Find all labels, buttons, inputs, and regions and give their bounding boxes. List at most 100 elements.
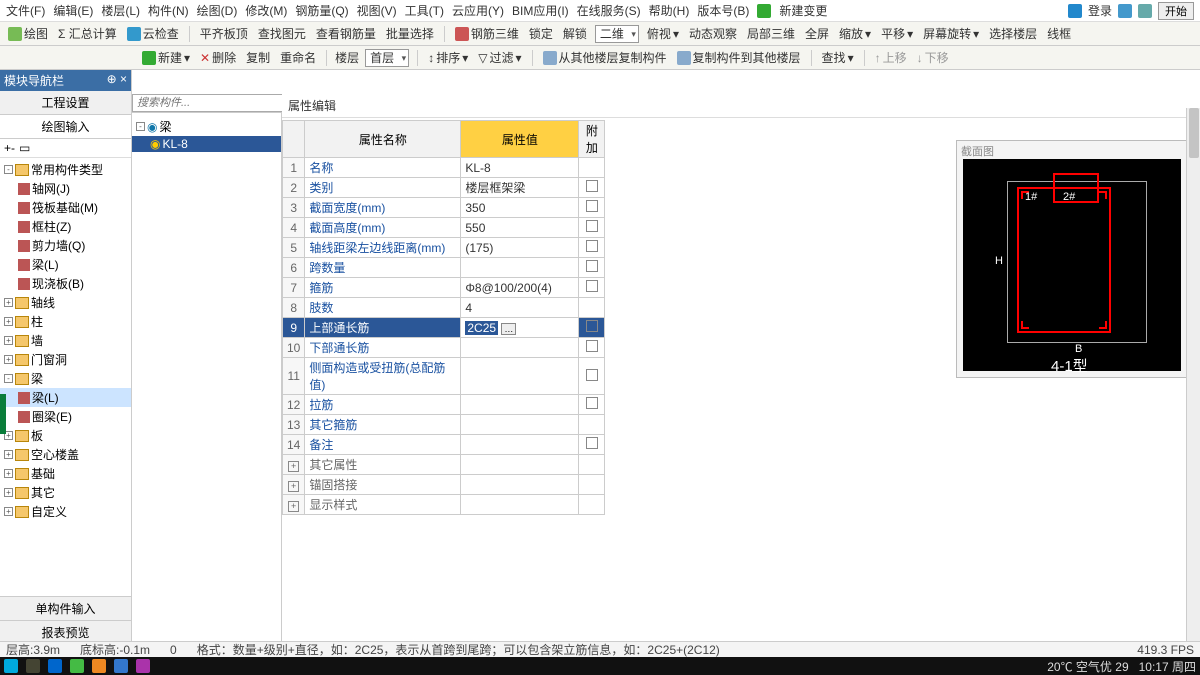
extra-checkbox[interactable] <box>586 280 598 292</box>
expand-icon[interactable]: + <box>288 481 299 492</box>
extra-checkbox[interactable] <box>586 320 598 332</box>
taskbar-app-icon[interactable] <box>114 659 128 673</box>
menu-tool[interactable]: 工具(T) <box>405 2 444 19</box>
property-extra[interactable] <box>579 475 605 495</box>
tb-copy-from[interactable]: 从其他楼层复制构件 <box>541 49 669 66</box>
tb-calc[interactable]: Σ 汇总计算 <box>56 25 119 42</box>
property-extra[interactable] <box>579 278 605 298</box>
bell-icon[interactable] <box>1118 4 1132 18</box>
expand-icon[interactable]: + <box>4 507 13 516</box>
property-value[interactable] <box>461 358 579 395</box>
menu-version[interactable]: 版本号(B) <box>697 2 749 19</box>
property-extra[interactable] <box>579 455 605 475</box>
extra-checkbox[interactable] <box>586 437 598 449</box>
taskbar-app-icon[interactable] <box>48 659 62 673</box>
property-value[interactable]: 2C25 … <box>461 318 579 338</box>
tree-node[interactable]: 筏板基础(M) <box>0 198 131 217</box>
extra-checkbox[interactable] <box>586 340 598 352</box>
expand-icon[interactable]: + <box>4 469 13 478</box>
property-value[interactable] <box>461 395 579 415</box>
property-row[interactable]: 5轴线距梁左边线距离(mm)(175) <box>283 238 605 258</box>
tb-top-view[interactable]: 俯视 ▾ <box>645 25 681 42</box>
property-extra[interactable] <box>579 318 605 338</box>
property-value[interactable] <box>461 338 579 358</box>
tb-find-elem[interactable]: 查找图元 <box>256 25 308 42</box>
property-extra[interactable] <box>579 435 605 455</box>
property-value[interactable]: Φ8@100/200(4) <box>461 278 579 298</box>
extra-checkbox[interactable] <box>586 220 598 232</box>
property-extra[interactable] <box>579 238 605 258</box>
start-menu-icon[interactable] <box>4 659 18 673</box>
property-extra[interactable] <box>579 338 605 358</box>
tb-unlock[interactable]: 解锁 <box>561 25 589 42</box>
property-row[interactable]: 6跨数量 <box>283 258 605 278</box>
taskbar-app-icon[interactable] <box>92 659 106 673</box>
property-value[interactable]: 楼层框架梁 <box>461 178 579 198</box>
expand-icon[interactable]: + <box>4 336 13 345</box>
menu-component[interactable]: 构件(N) <box>148 2 189 19</box>
tb-find[interactable]: 查找 ▾ <box>820 49 856 66</box>
search-input[interactable] <box>132 94 285 112</box>
extra-checkbox[interactable] <box>586 260 598 272</box>
menu-online[interactable]: 在线服务(S) <box>577 2 641 19</box>
view-mode-combo[interactable]: 二维 <box>595 25 639 43</box>
tree-node[interactable]: 现浇板(B) <box>0 274 131 293</box>
extra-checkbox[interactable] <box>586 180 598 192</box>
tab-draw-input[interactable]: 绘图输入 <box>0 115 131 139</box>
property-row[interactable]: 4截面高度(mm)550 <box>283 218 605 238</box>
tb-pan[interactable]: 平移 ▾ <box>879 25 915 42</box>
property-extra[interactable] <box>579 395 605 415</box>
taskbar-app-icon[interactable] <box>70 659 84 673</box>
menu-cloud[interactable]: 云应用(Y) <box>452 2 504 19</box>
property-row[interactable]: 12拉筋 <box>283 395 605 415</box>
pin-icon[interactable]: ⊕ × <box>107 72 127 89</box>
menu-view[interactable]: 视图(V) <box>357 2 397 19</box>
extra-checkbox[interactable] <box>586 240 598 252</box>
start-button[interactable]: 开始 <box>1158 2 1194 20</box>
workspace-scrollbar[interactable] <box>1186 108 1200 645</box>
property-row[interactable]: +锚固搭接 <box>283 475 605 495</box>
tree-node[interactable]: 圈梁(E) <box>0 407 131 426</box>
tree-node[interactable]: +自定义 <box>0 502 131 521</box>
extra-checkbox[interactable] <box>586 369 598 381</box>
property-row[interactable]: 8肢数4 <box>283 298 605 318</box>
collapse-icon[interactable]: - <box>136 122 145 131</box>
tb-rename[interactable]: 重命名 <box>278 49 318 66</box>
property-value[interactable] <box>461 475 579 495</box>
property-row[interactable]: +显示样式 <box>283 495 605 515</box>
property-extra[interactable] <box>579 415 605 435</box>
menu-rebar[interactable]: 钢筋量(Q) <box>295 2 348 19</box>
tb-draw[interactable]: 绘图 <box>6 25 50 42</box>
tree-node[interactable]: +基础 <box>0 464 131 483</box>
extra-checkbox[interactable] <box>586 200 598 212</box>
tree-node[interactable]: +柱 <box>0 312 131 331</box>
tb-zoom[interactable]: 缩放 ▾ <box>837 25 873 42</box>
property-value[interactable]: 350 <box>461 198 579 218</box>
property-extra[interactable] <box>579 258 605 278</box>
tree-node[interactable]: -常用构件类型 <box>0 160 131 179</box>
menu-file[interactable]: 文件(F) <box>6 2 45 19</box>
tree-node[interactable]: 梁(L) <box>0 388 131 407</box>
menu-bim[interactable]: BIM应用(I) <box>512 2 569 19</box>
tb-view-rebar[interactable]: 查看钢筋量 <box>314 25 378 42</box>
tree-node[interactable]: 剪力墙(Q) <box>0 236 131 255</box>
menu-edit[interactable]: 编辑(E) <box>53 2 93 19</box>
expand-icon[interactable]: + <box>4 317 13 326</box>
tb-orbit[interactable]: 动态观察 <box>687 25 739 42</box>
component-tree[interactable]: -常用构件类型轴网(J)筏板基础(M)框柱(Z)剪力墙(Q)梁(L)现浇板(B)… <box>0 158 131 596</box>
tree-node[interactable]: 梁(L) <box>0 255 131 274</box>
expand-icon[interactable]: + <box>4 450 13 459</box>
property-value[interactable]: 4 <box>461 298 579 318</box>
tb-rebar-3d[interactable]: 钢筋三维 <box>453 25 521 42</box>
property-value[interactable]: KL-8 <box>461 158 579 178</box>
property-value[interactable] <box>461 258 579 278</box>
tb-batch-sel[interactable]: 批量选择 <box>384 25 436 42</box>
menu-help[interactable]: 帮助(H) <box>649 2 690 19</box>
expand-icon[interactable]: - <box>4 165 13 174</box>
tray-weather[interactable]: 20℃ 空气优 29 <box>1047 658 1128 675</box>
expand-icon[interactable]: + <box>4 298 13 307</box>
instance-tree-root[interactable]: - ◉ 梁 <box>132 117 281 136</box>
tb-select-floor[interactable]: 选择楼层 <box>987 25 1039 42</box>
taskbar-app-icon[interactable] <box>136 659 150 673</box>
tree-node[interactable]: -梁 <box>0 369 131 388</box>
